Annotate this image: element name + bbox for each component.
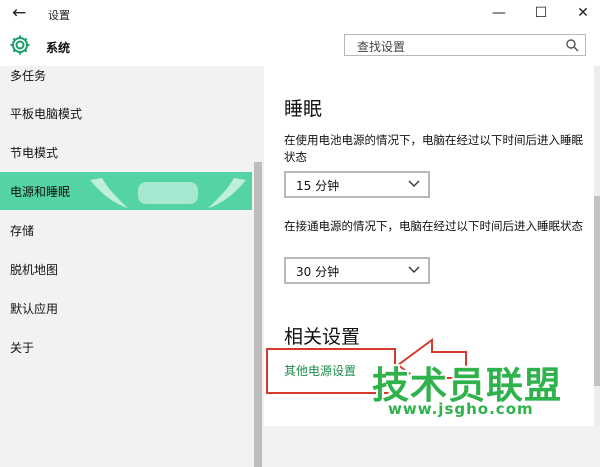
sidebar-item-label: 关于 (10, 341, 35, 355)
wing-decoration (90, 178, 246, 208)
search-icon[interactable] (565, 38, 579, 52)
sidebar-item-label: 节电模式 (10, 146, 59, 160)
chevron-down-icon (408, 180, 420, 187)
window-title: 设置 (48, 9, 70, 22)
sidebar-item-label: 存储 (10, 224, 35, 238)
title-bar: ← 设置 — ☐ ✕ (0, 0, 600, 28)
battery-sleep-value: 15 分钟 (296, 179, 340, 193)
sidebar-item-multitask[interactable]: 多任务 (0, 56, 252, 94)
sidebar: 多任务 平板电脑模式 节电模式 电源和睡眠 存储 脱机地图 默认应用 关于 (0, 66, 264, 467)
chevron-down-icon (408, 266, 420, 273)
page-title: 系统 (46, 41, 71, 55)
plugged-sleep-description: 在接通电源的情况下，电脑在经过以下时间后进入睡眠状态 (284, 219, 583, 233)
battery-sleep-description: 在使用电池电源的情况下，电脑在经过以下时间后进入睡眠状态 (284, 133, 583, 164)
sidebar-item-default-apps[interactable]: 默认应用 (0, 289, 252, 327)
gear-icon (10, 35, 30, 55)
sidebar-item-label: 脱机地图 (10, 263, 59, 277)
sidebar-item-offline-maps[interactable]: 脱机地图 (0, 250, 252, 288)
sidebar-item-label: 平板电脑模式 (10, 107, 83, 121)
sidebar-item-label: 多任务 (10, 69, 47, 83)
sidebar-scrollbar[interactable] (254, 162, 262, 467)
sidebar-item-storage[interactable]: 存储 (0, 211, 252, 249)
watermark-url: www.jsgho.com (388, 400, 534, 418)
sleep-heading: 睡眠 (284, 98, 323, 120)
search-placeholder: 查找设置 (357, 40, 406, 54)
sidebar-item-label: 电源和睡眠 (10, 185, 71, 199)
plugged-sleep-value: 30 分钟 (296, 265, 340, 279)
content-scrollbar-thumb[interactable] (594, 196, 600, 386)
plugged-sleep-dropdown[interactable]: 30 分钟 (284, 257, 430, 284)
search-input[interactable]: 查找设置 (344, 34, 586, 56)
sidebar-item-label: 默认应用 (10, 302, 59, 316)
sidebar-item-tablet-mode[interactable]: 平板电脑模式 (0, 94, 252, 132)
back-arrow-icon[interactable]: ← (12, 3, 26, 23)
maximize-button[interactable]: ☐ (528, 2, 554, 24)
sidebar-item-battery-saver[interactable]: 节电模式 (0, 133, 252, 171)
sidebar-item-about[interactable]: 关于 (0, 328, 252, 366)
battery-sleep-dropdown[interactable]: 15 分钟 (284, 171, 430, 198)
close-button[interactable]: ✕ (570, 2, 596, 24)
sidebar-item-power-sleep[interactable]: 电源和睡眠 (0, 172, 252, 210)
related-settings-heading: 相关设置 (284, 326, 361, 348)
minimize-button[interactable]: — (486, 2, 512, 24)
